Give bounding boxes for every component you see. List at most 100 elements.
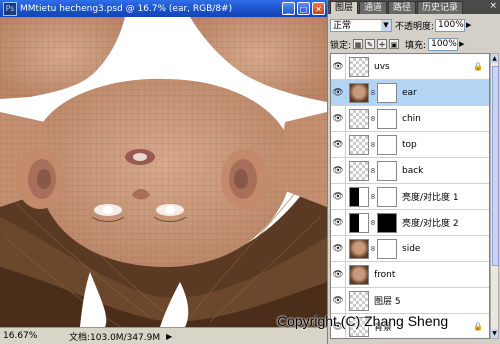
- visibility-eye-icon[interactable]: 👁: [331, 270, 345, 280]
- scroll-down-icon[interactable]: ▼: [491, 329, 498, 338]
- fill-dropdown-icon[interactable]: ▶: [459, 40, 464, 48]
- layer-name: chin: [402, 113, 421, 124]
- layer-divider: [345, 288, 346, 313]
- layer-row[interactable]: 👁 8 side: [331, 236, 489, 262]
- status-menu-arrow-icon[interactable]: ▶: [166, 332, 172, 341]
- maximize-button[interactable]: □: [297, 2, 310, 15]
- layer-thumbnail[interactable]: [349, 186, 369, 207]
- layer-mask-thumbnail[interactable]: [377, 108, 397, 129]
- layer-divider: [345, 236, 346, 261]
- lock-image-icon[interactable]: ✎: [365, 39, 376, 49]
- tab-channels[interactable]: 通道: [359, 1, 388, 14]
- layer-divider: [345, 54, 346, 79]
- scroll-thumb[interactable]: [492, 66, 499, 266]
- layer-name: 亮度/对比度 1: [402, 193, 459, 203]
- layer-thumbnail[interactable]: [349, 160, 369, 181]
- fill-field[interactable]: 100%: [428, 37, 459, 51]
- lock-label: 锁定:: [330, 40, 352, 51]
- panel-tab-bar: 图层 通道 路径 历史记录: [328, 0, 500, 14]
- visibility-eye-icon[interactable]: 👁: [331, 296, 345, 306]
- layer-name: ear: [402, 87, 417, 98]
- layer-row[interactable]: 👁 8 ear: [331, 80, 489, 106]
- tab-history[interactable]: 历史记录: [417, 1, 464, 14]
- layer-thumbnail[interactable]: [349, 108, 369, 129]
- layer-mask-thumbnail[interactable]: [377, 238, 397, 259]
- layer-thumbnail[interactable]: [349, 238, 369, 259]
- document-titlebar[interactable]: Ps MMtietu hecheng3.psd @ 16.7% (ear, RG…: [0, 0, 327, 17]
- layer-thumbnail[interactable]: [349, 290, 369, 311]
- lock-all-icon[interactable]: ▣: [389, 39, 400, 49]
- layer-row[interactable]: 👁 uvs 🔒: [331, 54, 489, 80]
- layer-divider: [345, 132, 346, 157]
- layer-thumbnail[interactable]: [349, 56, 369, 77]
- layer-mask-thumbnail[interactable]: [377, 160, 397, 181]
- visibility-eye-icon[interactable]: 👁: [331, 244, 345, 254]
- layer-name: 图层 5: [374, 297, 401, 307]
- document-title: MMtietu hecheng3.psd @ 16.7% (ear, RGB/8…: [20, 3, 233, 14]
- lock-row: 锁定: ▦ ✎ ✛ ▣ 填充: 100% ▶: [330, 37, 497, 51]
- fill-label: 填充:: [405, 40, 427, 51]
- visibility-eye-icon[interactable]: 👁: [331, 218, 345, 228]
- document-statusbar: 16.67% 文档:103.0M/347.9M ▶: [0, 327, 327, 344]
- mask-link-icon[interactable]: 8: [369, 193, 377, 201]
- layer-row[interactable]: 👁 8 亮度/对比度 2: [331, 210, 489, 236]
- mask-link-icon[interactable]: 8: [369, 219, 377, 227]
- layer-row[interactable]: 👁 图层 5: [331, 288, 489, 314]
- visibility-eye-icon[interactable]: 👁: [331, 166, 345, 176]
- tab-layers[interactable]: 图层: [330, 1, 359, 14]
- close-button[interactable]: ✕: [312, 2, 325, 15]
- visibility-eye-icon[interactable]: 👁: [331, 192, 345, 202]
- panel-collapse-icon[interactable]: ×: [489, 1, 497, 11]
- chevron-down-icon: ▼: [381, 19, 391, 31]
- layer-divider: [345, 210, 346, 235]
- layer-mask-thumbnail[interactable]: [377, 82, 397, 103]
- mask-link-icon[interactable]: 8: [369, 245, 377, 253]
- mask-link-icon[interactable]: 8: [369, 141, 377, 149]
- tab-paths[interactable]: 路径: [388, 1, 417, 14]
- mask-link-icon[interactable]: 8: [369, 115, 377, 123]
- opacity-field[interactable]: 100%: [435, 18, 466, 32]
- visibility-eye-icon[interactable]: 👁: [331, 114, 345, 124]
- copyright-watermark: Copyright (C) Zhang Sheng: [277, 313, 449, 329]
- layer-mask-thumbnail[interactable]: [377, 186, 397, 207]
- layer-row[interactable]: 👁 8 chin: [331, 106, 489, 132]
- layer-row[interactable]: 👁 8 back: [331, 158, 489, 184]
- mask-link-icon[interactable]: 8: [369, 167, 377, 175]
- layer-divider: [345, 80, 346, 105]
- opacity-dropdown-icon[interactable]: ▶: [466, 21, 471, 29]
- layer-thumbnail[interactable]: [349, 212, 369, 233]
- layer-thumbnail[interactable]: [349, 134, 369, 155]
- layer-row[interactable]: 👁 front: [331, 262, 489, 288]
- mask-link-icon[interactable]: 8: [369, 89, 377, 97]
- document-size-info: 文档:103.0M/347.9M: [69, 332, 161, 343]
- layers-panel: 图层 通道 路径 历史记录 × 正常 ▼ 不透明度: 100% ▶ 锁定: ▦ …: [327, 0, 500, 344]
- layers-list: 👁 uvs 🔒 👁 8 ear 👁 8 chin 👁 8 top 👁 8 back 👁 8 亮度/对比度 1 👁 8 亮…: [330, 53, 490, 339]
- layer-divider: [345, 262, 346, 287]
- zoom-level[interactable]: 16.67%: [0, 331, 39, 341]
- lock-transparency-icon[interactable]: ▦: [353, 39, 364, 49]
- layer-lock-icon: 🔒: [473, 322, 483, 331]
- blend-mode-value: 正常: [333, 20, 352, 31]
- minimize-button[interactable]: _: [282, 2, 295, 15]
- blend-mode-select[interactable]: 正常 ▼: [330, 18, 392, 32]
- layers-scrollbar[interactable]: ▲ ▼: [490, 53, 499, 339]
- lock-position-icon[interactable]: ✛: [377, 39, 388, 49]
- layer-name: top: [402, 139, 417, 150]
- image-canvas[interactable]: [0, 17, 327, 327]
- layer-name: 亮度/对比度 2: [402, 219, 459, 229]
- layer-row[interactable]: 👁 8 top: [331, 132, 489, 158]
- layer-name: uvs: [374, 61, 390, 72]
- visibility-eye-icon[interactable]: 👁: [331, 140, 345, 150]
- layer-name: back: [402, 165, 424, 176]
- visibility-eye-icon[interactable]: 👁: [331, 88, 345, 98]
- layer-mask-thumbnail[interactable]: [377, 134, 397, 155]
- layer-divider: [345, 106, 346, 131]
- layer-row[interactable]: 👁 8 亮度/对比度 1: [331, 184, 489, 210]
- layer-thumbnail[interactable]: [349, 264, 369, 285]
- scroll-up-icon[interactable]: ▲: [491, 54, 498, 63]
- layer-mask-thumbnail[interactable]: [377, 212, 397, 233]
- layer-name: front: [374, 269, 396, 280]
- visibility-eye-icon[interactable]: 👁: [331, 62, 345, 72]
- layer-divider: [345, 158, 346, 183]
- layer-thumbnail[interactable]: [349, 82, 369, 103]
